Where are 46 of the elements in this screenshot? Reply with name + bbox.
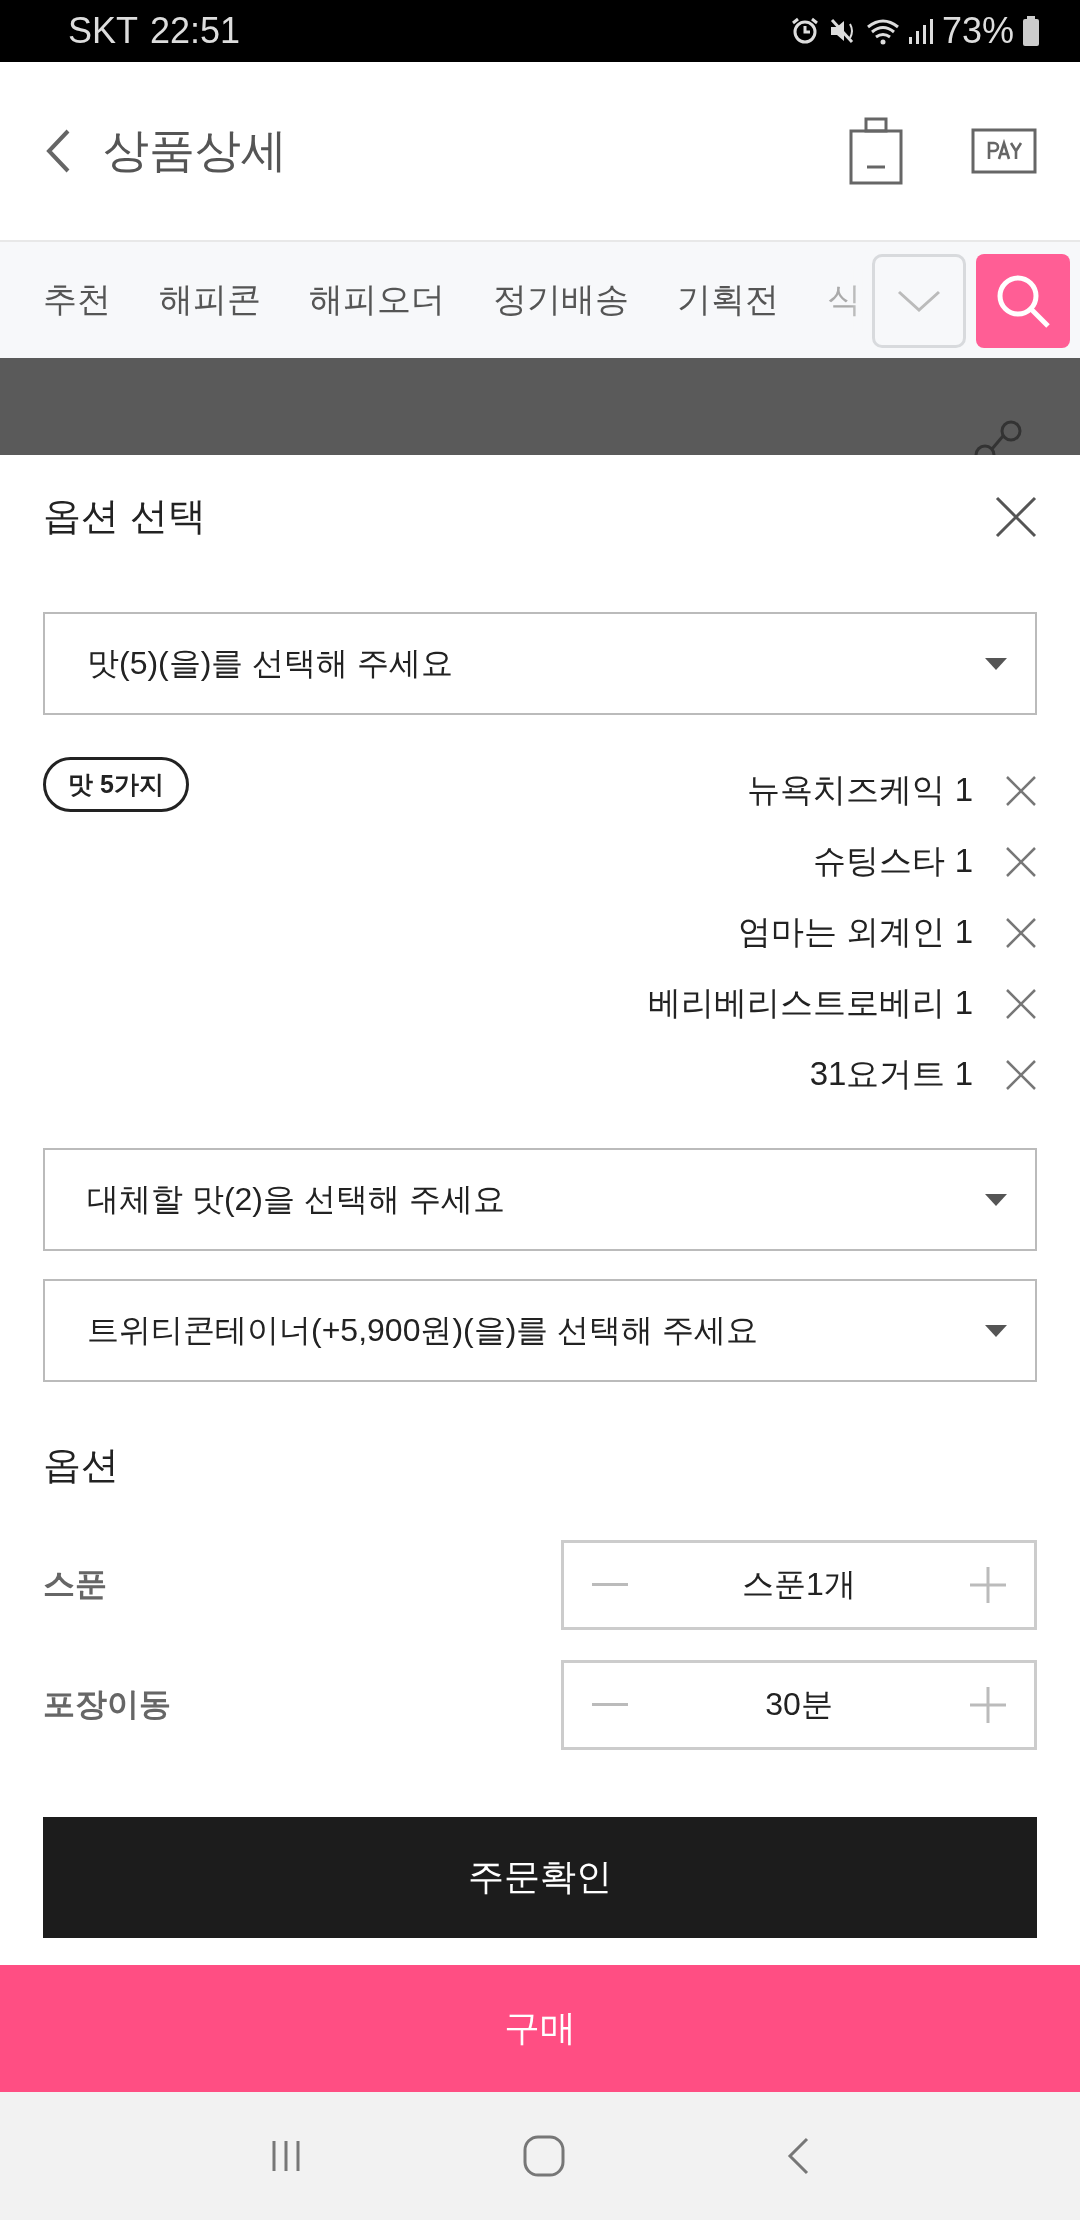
stepper-value: 스푼1개 bbox=[742, 1565, 856, 1604]
chosen-flavor: 31요거트 1 bbox=[809, 1054, 973, 1094]
wifi-icon bbox=[865, 17, 900, 45]
alarm-icon bbox=[789, 16, 820, 46]
category-tab[interactable]: 추천 bbox=[43, 277, 111, 323]
close-icon[interactable] bbox=[995, 495, 1037, 538]
remove-icon[interactable] bbox=[1005, 987, 1037, 1020]
search-button[interactable] bbox=[976, 254, 1070, 348]
option-select[interactable]: 트위티콘테이너(+5,900원)(을)를 선택해 주세요 bbox=[43, 1279, 1037, 1382]
pay-icon[interactable] bbox=[971, 128, 1037, 174]
flavor-count-badge: 맛 5가지 bbox=[43, 757, 189, 812]
category-tab[interactable]: 해피콘 bbox=[159, 277, 261, 323]
dropdown-triangle-icon bbox=[985, 1324, 1007, 1337]
option-label: 스푼 bbox=[43, 1565, 107, 1604]
remove-icon[interactable] bbox=[1005, 916, 1037, 949]
sheet-title: 옵션 선택 bbox=[43, 494, 206, 539]
chevron-down-icon bbox=[897, 289, 941, 313]
chosen-flavor: 슈팅스타 1 bbox=[813, 841, 973, 881]
category-tab[interactable]: 해피오더 bbox=[309, 277, 445, 323]
back-nav-icon[interactable] bbox=[787, 2137, 809, 2175]
remove-icon[interactable] bbox=[1005, 1058, 1037, 1091]
clock: 22:51 bbox=[150, 10, 241, 52]
carrier: SKT bbox=[68, 10, 138, 52]
dropdown-triangle-icon bbox=[985, 1193, 1007, 1206]
page-title: 상품상세 bbox=[103, 123, 287, 178]
dropdown-triangle-icon bbox=[985, 657, 1007, 670]
options-heading: 옵션 bbox=[43, 1442, 120, 1488]
chosen-flavor: 베리베리스트로베리 1 bbox=[648, 983, 973, 1023]
flavor-select[interactable]: 맛(5)(을)를 선택해 주세요 bbox=[43, 612, 1037, 715]
remove-icon[interactable] bbox=[1005, 774, 1037, 807]
home-icon[interactable] bbox=[523, 2135, 565, 2177]
chosen-flavor: 뉴욕치즈케익 1 bbox=[747, 770, 973, 810]
battery-icon bbox=[1022, 16, 1040, 46]
back-icon[interactable] bbox=[45, 128, 71, 174]
chosen-flavor: 엄마는 외계인 1 bbox=[738, 912, 973, 952]
option-label: 포장이동 bbox=[43, 1685, 171, 1724]
battery-percent: 73% bbox=[941, 10, 1014, 52]
category-tab[interactable]: 기획전 bbox=[677, 277, 779, 323]
signal-icon bbox=[907, 17, 934, 45]
confirm-order-button[interactable]: 주문확인 bbox=[43, 1817, 1037, 1938]
remove-icon[interactable] bbox=[1005, 845, 1037, 878]
stepper-value: 30분 bbox=[765, 1685, 833, 1724]
recent-apps-icon[interactable] bbox=[271, 2139, 301, 2173]
shopping-bag-icon[interactable] bbox=[849, 117, 903, 185]
category-tab[interactable]: 정기배송 bbox=[493, 277, 629, 323]
option-select[interactable]: 대체할 맛(2)을 선택해 주세요 bbox=[43, 1148, 1037, 1251]
